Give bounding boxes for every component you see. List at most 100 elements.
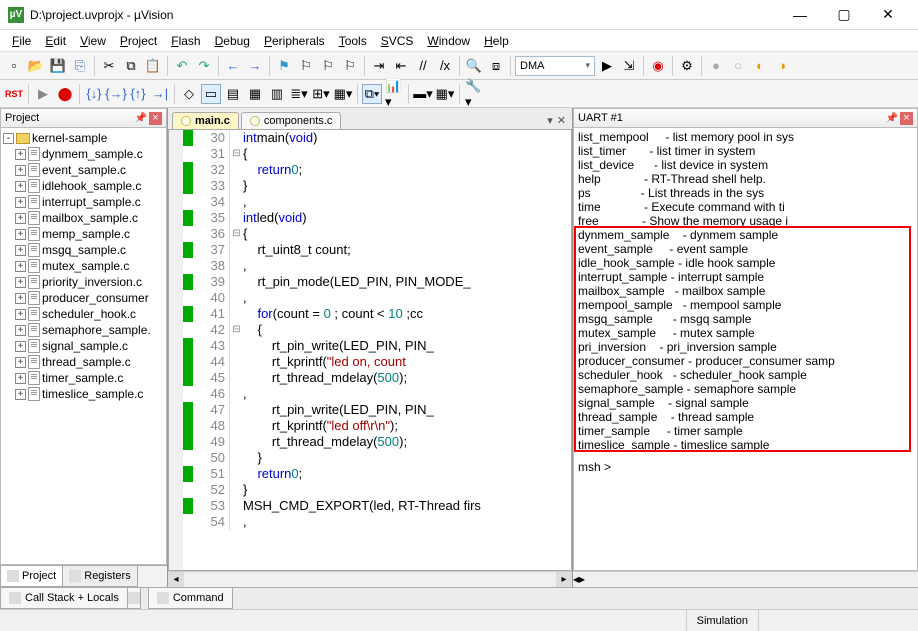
tree-item[interactable]: +mutex_sample.c xyxy=(1,258,166,274)
copy-icon[interactable]: ⧉ xyxy=(121,56,141,76)
tab-registers[interactable]: Registers xyxy=(62,566,137,587)
find-icon[interactable]: 🔍 xyxy=(464,56,484,76)
menu-debug[interactable]: Debug xyxy=(209,32,256,50)
tree-item[interactable]: +producer_consumer xyxy=(1,290,166,306)
menu-window[interactable]: Window xyxy=(421,32,476,50)
find-next-icon[interactable]: ▶ xyxy=(597,56,617,76)
step-into-icon[interactable]: {↓} xyxy=(84,84,104,104)
find-in-files-icon[interactable]: ⧈ xyxy=(486,56,506,76)
tree-item[interactable]: +msgq_sample.c xyxy=(1,242,166,258)
minimize-button[interactable]: — xyxy=(778,0,822,30)
close-button[interactable]: ✕ xyxy=(866,0,910,30)
editor-tab-components-c[interactable]: components.c xyxy=(241,112,341,129)
find-combo[interactable]: DMA▾ xyxy=(515,56,595,76)
menu-tools[interactable]: Tools xyxy=(333,32,373,50)
open-file-icon[interactable]: 📂 xyxy=(26,56,46,76)
cut-icon[interactable]: ✂ xyxy=(99,56,119,76)
pin-icon[interactable]: 📌 xyxy=(886,113,898,124)
nav-back-icon[interactable]: ← xyxy=(223,56,243,76)
menu-view[interactable]: View xyxy=(74,32,112,50)
editor-tabs: main.c components.c ▾ ✕ xyxy=(168,108,572,130)
bookmark-icon[interactable]: ⚑ xyxy=(274,56,294,76)
tab-menu-icon[interactable]: ▾ xyxy=(547,114,553,127)
tree-item[interactable]: +memp_sample.c xyxy=(1,226,166,242)
system-icon[interactable]: ▦▾ xyxy=(435,84,455,104)
nav-forward-icon[interactable]: → xyxy=(245,56,265,76)
stop-icon[interactable]: ⬤ xyxy=(55,84,75,104)
editor-hscroll[interactable]: ◂▸ xyxy=(168,571,572,587)
run-to-cursor-icon[interactable]: →| xyxy=(150,84,170,104)
tree-item[interactable]: +event_sample.c xyxy=(1,162,166,178)
comment-icon[interactable]: // xyxy=(413,56,433,76)
tab-project[interactable]: Project xyxy=(0,566,63,587)
uart-terminal[interactable]: list_mempool - list memory pool in sysli… xyxy=(573,128,918,571)
callstack-icon[interactable]: ≣▾ xyxy=(289,84,309,104)
status-simulation: Simulation xyxy=(686,610,758,631)
breakpoint-kill-icon[interactable]: ◐ xyxy=(750,56,770,76)
configure-icon[interactable]: ⚙ xyxy=(677,56,697,76)
close-icon[interactable]: × xyxy=(900,112,913,125)
close-icon[interactable]: × xyxy=(149,112,162,125)
tree-item[interactable]: +priority_inversion.c xyxy=(1,274,166,290)
bookmark-clear-icon[interactable]: ⚐ xyxy=(340,56,360,76)
tree-item[interactable]: +idlehook_sample.c xyxy=(1,178,166,194)
tab-callstack-locals[interactable]: Call Stack + Locals xyxy=(0,588,128,609)
memory-icon[interactable]: ▦▾ xyxy=(333,84,353,104)
registers-icon[interactable]: ▥ xyxy=(267,84,287,104)
tree-item[interactable]: +signal_sample.c xyxy=(1,338,166,354)
tree-item[interactable]: +timer_sample.c xyxy=(1,370,166,386)
project-tree[interactable]: -kernel-sample+dynmem_sample.c+event_sam… xyxy=(0,128,167,565)
serial-icon[interactable]: ⧉▾ xyxy=(362,84,382,104)
command-window-icon[interactable]: ▭ xyxy=(201,84,221,104)
show-next-icon[interactable]: ◇ xyxy=(179,84,199,104)
symbols-icon[interactable]: ▦ xyxy=(245,84,265,104)
incremental-find-icon[interactable]: ⇲ xyxy=(619,56,639,76)
disassembly-icon[interactable]: ▤ xyxy=(223,84,243,104)
step-over-icon[interactable]: {→} xyxy=(106,84,126,104)
paste-icon[interactable]: 📋 xyxy=(143,56,163,76)
tree-item[interactable]: +timeslice_sample.c xyxy=(1,386,166,402)
pin-icon[interactable]: 📌 xyxy=(135,113,147,124)
breakpoint-list-icon[interactable]: ◑ xyxy=(772,56,792,76)
tree-item[interactable]: +interrupt_sample.c xyxy=(1,194,166,210)
editor-tab-main-c[interactable]: main.c xyxy=(172,112,239,129)
bookmark-next-icon[interactable]: ⚐ xyxy=(318,56,338,76)
maximize-button[interactable]: ▢ xyxy=(822,0,866,30)
watch-icon[interactable]: ⊞▾ xyxy=(311,84,331,104)
save-all-icon[interactable]: ⎘ xyxy=(70,56,90,76)
tab-extra[interactable] xyxy=(127,588,141,609)
menu-edit[interactable]: Edit xyxy=(39,32,72,50)
breakpoint-icon[interactable]: ● xyxy=(706,56,726,76)
tree-item[interactable]: +thread_sample.c xyxy=(1,354,166,370)
redo-icon[interactable]: ↷ xyxy=(194,56,214,76)
toolbox-icon[interactable]: 🔧▾ xyxy=(464,84,484,104)
tree-item[interactable]: +dynmem_sample.c xyxy=(1,146,166,162)
tree-item[interactable]: +semaphore_sample. xyxy=(1,322,166,338)
run-icon[interactable]: ▶ xyxy=(33,84,53,104)
breakpoint-disable-icon[interactable]: ○ xyxy=(728,56,748,76)
save-icon[interactable]: 💾 xyxy=(48,56,68,76)
reset-icon[interactable]: RST xyxy=(4,84,24,104)
tree-item[interactable]: +scheduler_hook.c xyxy=(1,306,166,322)
menu-peripherals[interactable]: Peripherals xyxy=(258,32,331,50)
menu-help[interactable]: Help xyxy=(478,32,515,50)
menu-flash[interactable]: Flash xyxy=(165,32,206,50)
tree-item[interactable]: +mailbox_sample.c xyxy=(1,210,166,226)
step-out-icon[interactable]: {↑} xyxy=(128,84,148,104)
tab-close-icon[interactable]: ✕ xyxy=(557,114,566,127)
menu-project[interactable]: Project xyxy=(114,32,163,50)
new-file-icon[interactable]: ▫ xyxy=(4,56,24,76)
menu-svcs[interactable]: SVCS xyxy=(375,32,420,50)
bookmark-prev-icon[interactable]: ⚐ xyxy=(296,56,316,76)
analysis-icon[interactable]: 📊▾ xyxy=(384,84,404,104)
uncomment-icon[interactable]: /x xyxy=(435,56,455,76)
outdent-icon[interactable]: ⇤ xyxy=(391,56,411,76)
menu-file[interactable]: File xyxy=(6,32,37,50)
code-editor[interactable]: 3031323334353637383940414243444546474849… xyxy=(168,130,572,571)
uart-hscroll[interactable]: ◂▸ xyxy=(573,571,918,587)
debug-start-icon[interactable]: ◉ xyxy=(648,56,668,76)
undo-icon[interactable]: ↶ xyxy=(172,56,192,76)
trace-icon[interactable]: ▬▾ xyxy=(413,84,433,104)
tab-command[interactable]: Command xyxy=(148,588,233,609)
indent-icon[interactable]: ⇥ xyxy=(369,56,389,76)
